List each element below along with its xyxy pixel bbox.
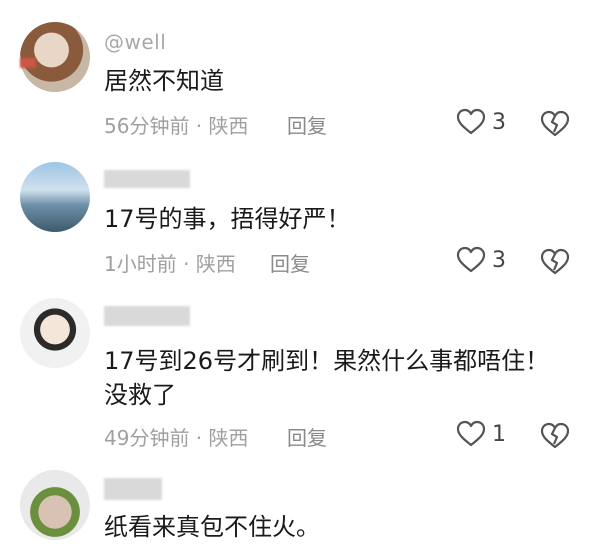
broken-heart-icon[interactable] <box>540 110 570 138</box>
username[interactable]: @well <box>104 30 166 54</box>
avatar[interactable] <box>20 470 90 540</box>
meta-separator: · <box>189 426 209 450</box>
broken-heart-icon[interactable] <box>540 248 570 276</box>
heart-outline-icon <box>456 246 486 273</box>
like-button[interactable]: 1 <box>456 420 506 448</box>
comment-meta: 1小时前 · 陕西 <box>104 248 236 277</box>
like-count: 1 <box>492 421 506 447</box>
comment-text: 纸看来真包不住火。 <box>104 513 320 541</box>
reply-button[interactable]: 回复 <box>287 110 327 139</box>
heart-outline-icon <box>456 420 486 447</box>
meta-separator: · <box>189 114 209 138</box>
comment-feed: @well 居然不知道 56分钟前 · 陕西 回复 3 17号的事，捂得好严！ … <box>0 0 600 552</box>
reply-button[interactable]: 回复 <box>270 248 310 277</box>
username-redacted <box>104 170 190 188</box>
avatar[interactable] <box>20 298 90 368</box>
comment-meta: 56分钟前 · 陕西 <box>104 110 249 139</box>
heart-outline-icon <box>456 108 486 135</box>
comment-location: 陕西 <box>208 426 249 450</box>
like-button[interactable]: 3 <box>456 246 506 274</box>
comment-text: 17号到26号才刷到！果然什么事都唔住！ 没救了 <box>104 344 549 412</box>
username-redacted <box>104 478 162 500</box>
comment-location: 陕西 <box>208 114 249 138</box>
like-count: 3 <box>492 109 506 135</box>
like-button[interactable]: 3 <box>456 108 506 136</box>
username-redacted <box>104 306 190 326</box>
avatar-badge <box>20 58 36 68</box>
comment-text: 17号的事，捂得好严！ <box>104 205 351 233</box>
meta-separator: · <box>176 252 196 276</box>
comment-meta: 49分钟前 · 陕西 <box>104 422 249 451</box>
comment-text: 居然不知道 <box>104 67 224 95</box>
comment-time: 56分钟前 <box>104 114 190 138</box>
avatar[interactable] <box>20 22 90 92</box>
reply-button[interactable]: 回复 <box>287 422 327 451</box>
comment-text-line: 没救了 <box>104 381 176 409</box>
comment-time: 1小时前 <box>104 252 177 276</box>
comment-text-line: 17号到26号才刷到！果然什么事都唔住！ <box>104 347 550 375</box>
avatar[interactable] <box>20 162 90 232</box>
like-count: 3 <box>492 247 506 273</box>
broken-heart-icon[interactable] <box>540 422 570 450</box>
comment-location: 陕西 <box>195 252 236 276</box>
comment-time: 49分钟前 <box>104 426 190 450</box>
